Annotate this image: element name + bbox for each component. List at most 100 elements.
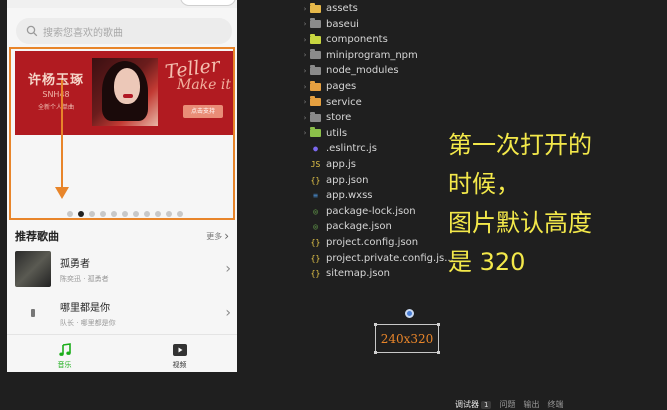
more-link[interactable]: 更多 ›	[206, 229, 229, 243]
folder-item[interactable]: › node_modules	[300, 63, 399, 78]
tab-label: 视频	[172, 361, 187, 369]
tab-video[interactable]: 视频	[122, 335, 237, 372]
chevron-right-icon[interactable]: ›	[300, 83, 310, 91]
file-name: app.js	[326, 159, 356, 170]
swiper-dot[interactable]	[100, 211, 106, 217]
file-name: node_modules	[326, 65, 399, 77]
json-icon: {}	[310, 269, 321, 279]
dimension-label-box[interactable]: 240x320	[374, 323, 440, 354]
folder-icon	[310, 18, 321, 29]
file-item[interactable]: ◎ package-lock.json	[310, 204, 416, 219]
song-artist: 队长 · 哪里都是你	[60, 318, 116, 327]
song-name: 哪里都是你	[60, 302, 110, 314]
song-list-item[interactable]: 哪里都是你 队长 · 哪里都是你 ›	[15, 294, 231, 332]
resize-handle[interactable]	[437, 351, 440, 354]
folder-item[interactable]: › miniprogram_npm	[300, 48, 418, 63]
rotate-handle[interactable]	[405, 309, 414, 318]
resize-handle[interactable]	[374, 351, 377, 354]
folder-icon	[310, 33, 321, 44]
banner-text-block: 许杨玉琢 SNH48 全新个人单曲	[21, 69, 91, 111]
file-item[interactable]: ≡ app.wxss	[310, 188, 373, 203]
chevron-right-icon: ›	[225, 261, 231, 277]
tab-terminal[interactable]: 终端	[547, 399, 563, 410]
height-arrow-line	[61, 80, 63, 190]
banner-support-button[interactable]: 点击支持	[183, 105, 223, 118]
photo-lips	[123, 94, 133, 98]
resize-handle[interactable]	[374, 323, 377, 326]
chevron-right-icon[interactable]: ›	[300, 67, 310, 75]
tab-label: 调试器	[455, 399, 479, 409]
song-cover-image	[15, 295, 51, 331]
resize-handle[interactable]	[437, 323, 440, 326]
json-icon: {}	[310, 238, 321, 247]
search-input[interactable]: 搜索您喜欢的歌曲	[16, 18, 232, 44]
folder-item[interactable]: › service	[300, 95, 362, 110]
banner-title: 许杨玉琢	[27, 73, 84, 88]
swiper-dot[interactable]	[122, 211, 128, 217]
chevron-right-icon[interactable]: ›	[300, 20, 310, 28]
folder-item[interactable]: › baseui	[300, 17, 359, 32]
swiper-dot[interactable]	[78, 211, 84, 217]
file-name: .eslintrc.js	[326, 143, 377, 155]
banner-slide[interactable]: 许杨玉琢 SNH48 全新个人单曲 Teller Make it 点击支持	[15, 51, 233, 135]
file-item[interactable]: ◎ package.json	[310, 219, 392, 234]
json-icon: {}	[310, 175, 321, 185]
annotation-line: 第一次打开的	[448, 131, 592, 159]
swiper-dot[interactable]	[111, 211, 117, 217]
more-label: 更多	[206, 231, 223, 241]
swiper-dot[interactable]	[177, 211, 183, 217]
file-name: sitemap.json	[326, 268, 390, 280]
tab-music[interactable]: 音乐	[7, 335, 122, 372]
file-item[interactable]: {} app.json	[310, 173, 369, 188]
npm-icon: ◎	[313, 206, 318, 216]
swiper-dot[interactable]	[144, 211, 150, 217]
phone-simulator: 搜索您喜欢的歌曲 许杨玉琢 SNH48 全新个人单曲 Teller Make i…	[7, 0, 237, 372]
section-title: 推荐歌曲	[15, 230, 59, 243]
folder-icon	[310, 64, 321, 75]
banner-artist-photo	[92, 58, 158, 126]
folder-item[interactable]: › components	[300, 32, 388, 47]
file-item[interactable]: {} project.config.json	[310, 235, 418, 250]
file-name: baseui	[326, 18, 359, 30]
chevron-right-icon[interactable]: ›	[300, 129, 310, 137]
json-icon: {}	[310, 253, 321, 263]
swiper-dot[interactable]	[166, 211, 172, 217]
folder-item[interactable]: › store	[300, 110, 351, 125]
folder-item[interactable]: › assets	[300, 1, 358, 16]
file-name: app.wxss	[326, 190, 373, 202]
swiper-dot[interactable]	[155, 211, 161, 217]
js-icon: JS	[310, 160, 321, 169]
file-item[interactable]: ● .eslintrc.js	[310, 141, 377, 156]
folder-item[interactable]: › utils	[300, 126, 347, 141]
bottom-panel-tabs: 调试器 1 问题 输出 终端	[455, 398, 667, 410]
file-name: app.json	[326, 174, 369, 186]
folder-item[interactable]: › pages	[300, 79, 356, 94]
swiper-indicator-dots[interactable]	[67, 211, 183, 217]
dimension-label: 240x320	[380, 331, 434, 346]
song-info: 孤勇者 陈奕迅 · 孤勇者	[60, 255, 225, 284]
miniprogram-capsule-button[interactable]	[180, 0, 236, 6]
file-item[interactable]: JS app.js	[310, 157, 356, 172]
chevron-right-icon[interactable]: ›	[300, 5, 310, 13]
chevron-right-icon[interactable]: ›	[300, 51, 310, 59]
file-item[interactable]: {} project.private.config.js...	[310, 251, 454, 266]
swiper-dot[interactable]	[133, 211, 139, 217]
song-list-item[interactable]: 孤勇者 陈奕迅 · 孤勇者 ›	[15, 250, 231, 288]
recommend-section-header: 推荐歌曲 更多 ›	[15, 228, 229, 244]
chevron-right-icon[interactable]: ›	[300, 98, 310, 106]
tab-badge: 1	[481, 400, 492, 409]
song-cover-image	[15, 251, 51, 287]
tab-debugger[interactable]: 调试器 1	[455, 399, 492, 410]
tab-problems[interactable]: 问题	[499, 399, 515, 410]
folder-icon	[310, 111, 321, 122]
swiper-dot[interactable]	[67, 211, 73, 217]
file-name: assets	[326, 3, 358, 14]
chevron-right-icon[interactable]: ›	[300, 114, 310, 122]
search-placeholder: 搜索您喜欢的歌曲	[43, 27, 123, 39]
tab-output[interactable]: 输出	[523, 399, 539, 410]
song-name: 孤勇者	[60, 258, 90, 270]
file-item[interactable]: {} sitemap.json	[310, 266, 390, 281]
chevron-right-icon[interactable]: ›	[300, 36, 310, 44]
file-name: project.private.config.js...	[326, 252, 454, 264]
swiper-dot[interactable]	[89, 211, 95, 217]
